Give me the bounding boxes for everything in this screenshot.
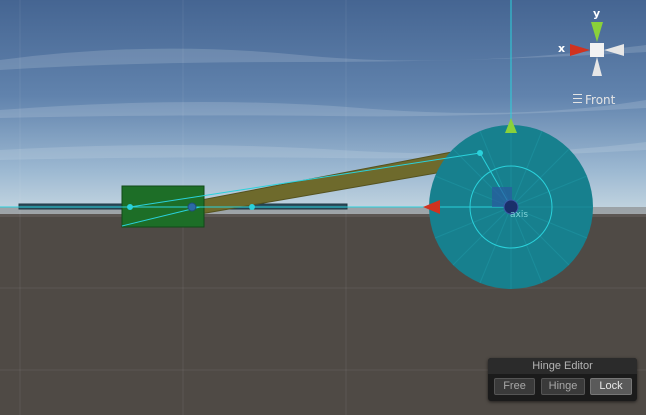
lock-button[interactable]: Lock (590, 378, 632, 395)
hinge-editor-panel: Hinge Editor Free Hinge Lock (488, 358, 637, 401)
hinge-editor-title: Hinge Editor (488, 358, 637, 374)
gizmo-x-label: x (558, 42, 566, 55)
hinge-button[interactable]: Hinge (541, 378, 585, 395)
hinge-joint-marker[interactable] (187, 202, 197, 212)
free-button[interactable]: Free (494, 378, 535, 395)
view-mode-label[interactable]: Front (573, 93, 615, 107)
gizmo-y-label: y (593, 7, 601, 20)
gizmo-center-cube[interactable] (590, 43, 604, 57)
view-mode-text: Front (585, 93, 616, 107)
menu-icon (573, 94, 582, 103)
axis-label: axis (510, 210, 529, 220)
scene-viewport[interactable] (0, 0, 646, 415)
